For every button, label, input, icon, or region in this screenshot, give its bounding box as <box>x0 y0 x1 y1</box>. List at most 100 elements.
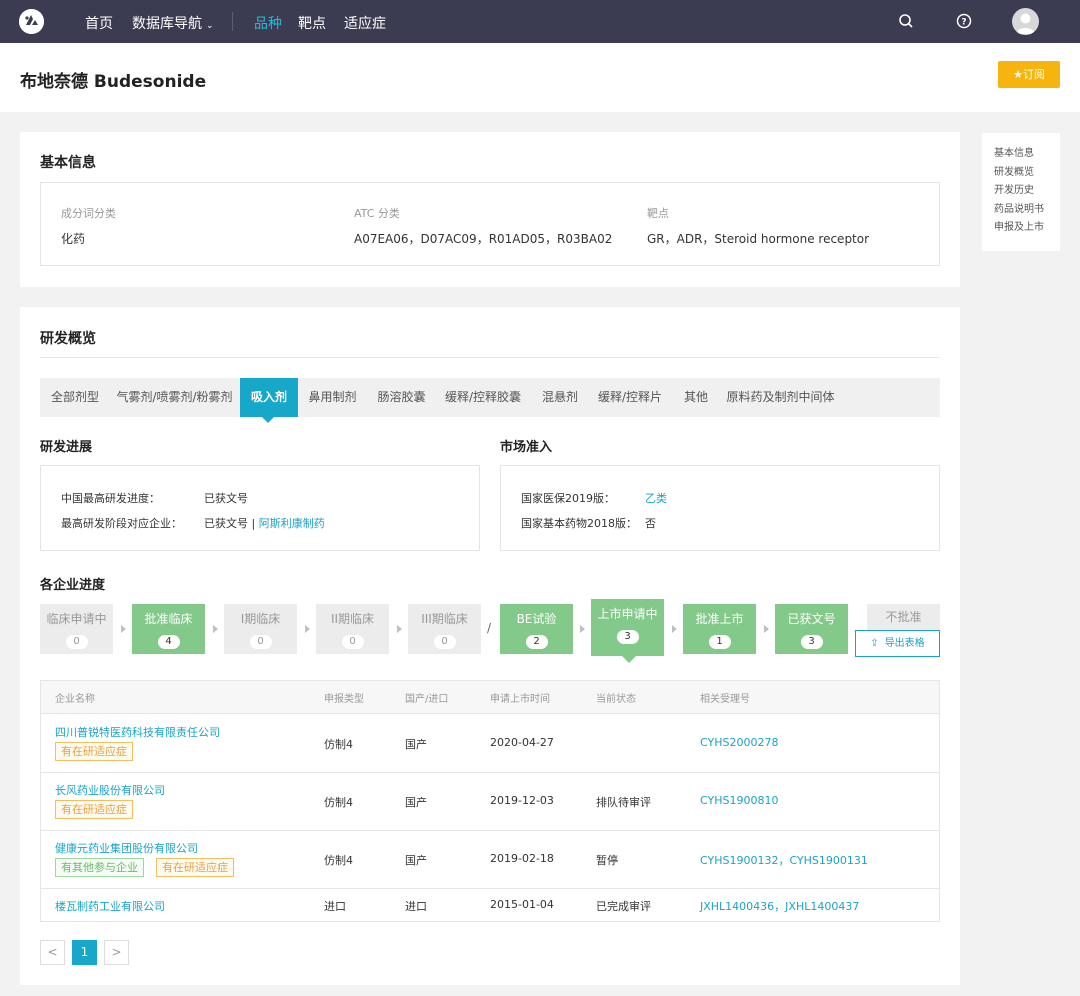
nav-home[interactable]: 首页 <box>85 13 113 33</box>
step-market-approved[interactable]: 批准上市 1 <box>683 604 756 654</box>
nav-database-label: 数据库导航 <box>132 16 202 32</box>
progress-status: 已获文号 | <box>204 517 259 530</box>
table-row[interactable]: 四川普锐特医药科技有限责任公司 有在研适应症 仿制4 国产 2020-04-27… <box>41 715 939 773</box>
step-phase-3[interactable]: III期临床 0 <box>408 604 481 654</box>
step-arrow-icon <box>580 625 585 633</box>
step-label: 临床申请中 <box>46 612 107 626</box>
current-status: 已完成审评 <box>596 900 651 913</box>
acceptance-number-link[interactable]: CYHS1900132，CYHS1900131 <box>700 852 868 868</box>
step-count: 2 <box>525 635 548 649</box>
company-name-link[interactable]: 楼瓦制药工业有限公司 <box>55 898 165 914</box>
anchor-drug-label[interactable]: 药品说明书 <box>994 201 1060 220</box>
right-anchor-nav: 基本信息 研发概览 开发历史 药品说明书 申报及上市 <box>982 133 1060 251</box>
rd-progress-box <box>40 465 480 551</box>
field-label: ATC 分类 <box>354 207 400 220</box>
filing-type: 仿制4 <box>324 738 353 751</box>
tab-suspension[interactable]: 混悬剂 <box>529 378 591 417</box>
export-table-button[interactable]: ⇪ 导出表格 <box>855 630 940 657</box>
tab-enteric-capsule[interactable]: 肠溶胶囊 <box>366 378 437 417</box>
field-value: 化药 <box>61 232 86 246</box>
company-name-link[interactable]: 四川普锐特医药科技有限责任公司 <box>55 724 220 740</box>
step-arrow-icon <box>305 625 310 633</box>
tab-sr-capsule[interactable]: 缓释/控释胶囊 <box>437 378 529 417</box>
tab-other[interactable]: 其他 <box>669 378 723 417</box>
tag-badge: 有其他参与企业 <box>55 858 144 877</box>
company-link[interactable]: 阿斯利康制药 <box>259 517 325 530</box>
step-count: 3 <box>800 635 823 649</box>
acceptance-number-link[interactable]: CYHS1900810 <box>700 794 778 807</box>
page-button[interactable]: 1 <box>72 940 97 965</box>
step-label: 批准临床 <box>144 612 193 626</box>
search-icon[interactable] <box>898 13 914 29</box>
step-label: 已获文号 <box>787 612 836 626</box>
tab-all[interactable]: 全部剂型 <box>40 378 110 417</box>
tab-api[interactable]: 原料药及制剂中间体 <box>723 378 838 417</box>
nav-targets[interactable]: 靶点 <box>298 13 326 33</box>
company-name-link[interactable]: 长风药业股份有限公司 <box>55 782 165 798</box>
step-phase-2[interactable]: II期临床 0 <box>316 604 389 654</box>
company-name-link[interactable]: 健康元药业集团股份有限公司 <box>55 840 198 856</box>
next-page-button[interactable]: > <box>104 940 129 965</box>
anchor-basic-info[interactable]: 基本信息 <box>994 145 1060 164</box>
nav-indications[interactable]: 适应症 <box>344 13 386 33</box>
progress-label: 中国最高研发进度： <box>61 492 160 505</box>
anchor-filing-market[interactable]: 申报及上市 <box>994 219 1060 238</box>
step-market-application[interactable]: 上市申请中 3 <box>591 599 664 656</box>
step-count: 0 <box>65 635 88 649</box>
step-arrow-icon <box>672 625 677 633</box>
progress-value: 已获文号 <box>204 492 248 505</box>
help-icon[interactable]: ? <box>956 13 972 29</box>
step-label: III期临床 <box>421 612 468 626</box>
step-phase-1[interactable]: I期临床 0 <box>224 604 297 654</box>
origin: 国产 <box>405 854 427 867</box>
market-value: 否 <box>645 517 656 530</box>
tag-badge: 有在研适应症 <box>156 858 234 877</box>
market-label: 国家医保2019版： <box>521 492 615 505</box>
step-label: BE试验 <box>516 612 557 626</box>
filing-type: 仿制4 <box>324 854 353 867</box>
insurance-class-link[interactable]: 乙类 <box>645 490 667 506</box>
subscribe-button[interactable]: ★订阅 <box>998 61 1060 88</box>
step-approval-number[interactable]: 已获文号 3 <box>775 604 848 654</box>
anchor-dev-history[interactable]: 开发历史 <box>994 182 1060 201</box>
basic-info-box <box>40 182 940 266</box>
step-label: I期临床 <box>240 612 281 626</box>
step-count: 1 <box>708 635 731 649</box>
anchor-rd-overview[interactable]: 研发概览 <box>994 164 1060 183</box>
table-row[interactable]: 楼瓦制药工业有限公司 进口 进口 2015-01-04 已完成审评 JXHL14… <box>41 889 939 921</box>
nav-varieties[interactable]: 品种 <box>254 13 282 33</box>
step-arrow-icon <box>213 625 218 633</box>
star-icon: ★ <box>1013 68 1023 81</box>
page-title: 布地奈德 Budesonide <box>20 72 207 92</box>
current-status: 暂停 <box>596 854 618 867</box>
current-status: 排队待审评 <box>596 796 651 809</box>
step-separator: / <box>487 621 492 635</box>
step-arrow-icon <box>764 625 769 633</box>
step-clinical-approved[interactable]: 批准临床 4 <box>132 604 205 654</box>
chevron-down-icon: ⌄ <box>206 21 214 31</box>
table-row[interactable]: 健康元药业集团股份有限公司 有其他参与企业 有在研适应症 仿制4 国产 2019… <box>41 831 939 889</box>
table-row[interactable]: 长风药业股份有限公司 有在研适应症 仿制4 国产 2019-12-03 排队待审… <box>41 773 939 831</box>
company-table: 企业名称 申报类型 国产/进口 申请上市时间 当前状态 相关受理号 四川普锐特医… <box>40 680 940 922</box>
logo-icon[interactable] <box>19 9 44 34</box>
acceptance-number-link[interactable]: JXHL1400436，JXHL1400437 <box>700 898 859 914</box>
acceptance-number-link[interactable]: CYHS2000278 <box>700 736 778 749</box>
step-rejected[interactable]: 不批准 <box>867 604 940 630</box>
field-label: 成分词分类 <box>61 207 116 220</box>
avatar[interactable] <box>1012 8 1039 35</box>
step-clinical-application[interactable]: 临床申请中 0 <box>40 604 113 654</box>
tab-nasal[interactable]: 鼻用制剂 <box>299 378 366 417</box>
tab-inhalant[interactable]: 吸入剂 <box>240 378 298 417</box>
prev-page-button[interactable]: < <box>40 940 65 965</box>
nav-database[interactable]: 数据库导航 ⌄ <box>132 13 214 33</box>
subscribe-label: 订阅 <box>1022 68 1045 81</box>
step-count: 3 <box>616 630 639 644</box>
step-be-trial[interactable]: BE试验 2 <box>500 604 573 654</box>
active-tab-caret <box>262 417 274 423</box>
origin: 进口 <box>405 900 427 913</box>
rd-progress-title: 研发进展 <box>40 440 93 455</box>
tab-aerosol[interactable]: 气雾剂/喷雾剂/粉雾剂 <box>110 378 239 417</box>
tab-sr-tablet[interactable]: 缓释/控释片 <box>591 378 669 417</box>
progress-label: 最高研发阶段对应企业： <box>61 517 182 530</box>
application-date: 2015-01-04 <box>490 898 554 911</box>
